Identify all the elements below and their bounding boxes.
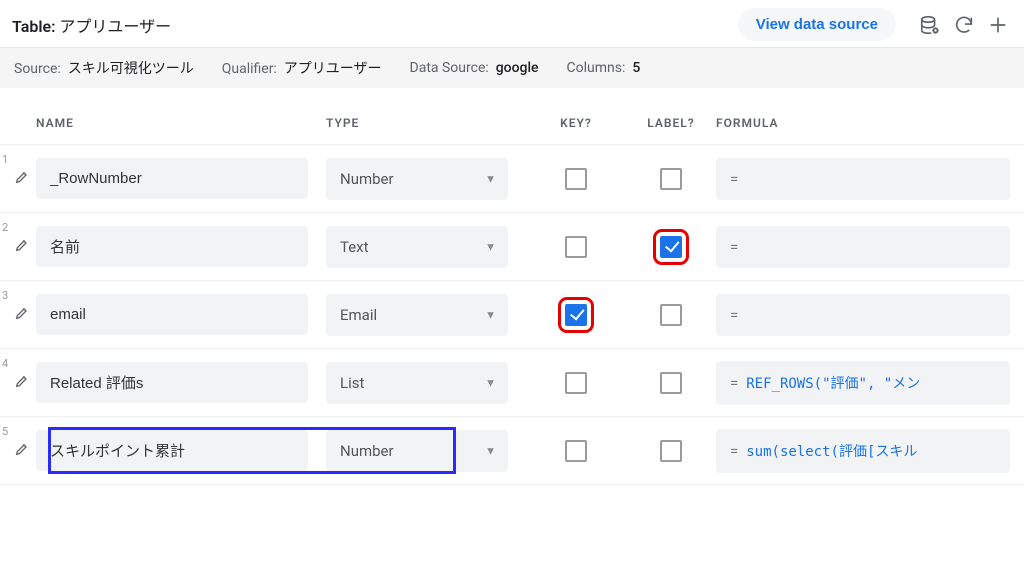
formula-equals: = bbox=[730, 374, 738, 392]
table-row: 4 List▼=REF_ROWS("評価", "メン bbox=[0, 349, 1024, 417]
formula-field[interactable]: = bbox=[716, 226, 1010, 268]
table-row: 1 Number▼= bbox=[0, 145, 1024, 213]
top-bar: Table: アプリユーザー View data source bbox=[0, 0, 1024, 48]
label-checkbox[interactable] bbox=[660, 168, 682, 190]
key-checkbox[interactable] bbox=[565, 372, 587, 394]
datasource-settings-icon[interactable] bbox=[916, 11, 944, 39]
key-checkbox[interactable] bbox=[565, 440, 587, 462]
table-row: 5 Number▼=sum(select(評価[スキル bbox=[0, 417, 1024, 485]
column-type-select[interactable]: Text bbox=[326, 226, 508, 268]
column-type-select[interactable]: Email bbox=[326, 294, 508, 336]
label-checkbox[interactable] bbox=[660, 372, 682, 394]
formula-equals: = bbox=[730, 170, 738, 188]
formula-field[interactable]: = bbox=[716, 294, 1010, 336]
edit-row-icon[interactable] bbox=[14, 373, 30, 393]
edit-row-icon[interactable] bbox=[14, 237, 30, 257]
label-checkbox[interactable] bbox=[660, 304, 682, 326]
edit-row-icon[interactable] bbox=[14, 305, 30, 325]
table-title: Table: アプリユーザー bbox=[12, 13, 171, 37]
row-index: 5 bbox=[2, 423, 8, 438]
label-checkbox[interactable] bbox=[660, 440, 682, 462]
column-name-input[interactable] bbox=[36, 362, 308, 403]
edit-row-icon[interactable] bbox=[14, 169, 30, 189]
formula-expression: REF_ROWS("評価", "メン bbox=[746, 373, 920, 393]
refresh-icon[interactable] bbox=[950, 11, 978, 39]
formula-field[interactable]: = REF_ROWS("評価", "メン bbox=[716, 361, 1010, 405]
formula-expression: sum(select(評価[スキル bbox=[746, 441, 917, 461]
row-index: 3 bbox=[2, 287, 8, 302]
table-row: 2 Text▼= bbox=[0, 213, 1024, 281]
formula-field[interactable]: = sum(select(評価[スキル bbox=[716, 429, 1010, 473]
columns-header: NAME TYPE KEY? LABEL? FORMULA bbox=[0, 88, 1024, 144]
column-rows: 1 Number▼=2 Text▼=3 Email▼=4 List▼=REF_R… bbox=[0, 144, 1024, 485]
label-checkbox[interactable] bbox=[660, 236, 682, 258]
row-index: 4 bbox=[2, 355, 8, 370]
column-name-input[interactable] bbox=[36, 294, 308, 335]
formula-field[interactable]: = bbox=[716, 158, 1010, 200]
edit-row-icon[interactable] bbox=[14, 441, 30, 461]
row-index: 2 bbox=[2, 219, 8, 234]
view-data-source-button[interactable]: View data source bbox=[738, 8, 896, 41]
formula-equals: = bbox=[730, 238, 738, 256]
table-row: 3 Email▼= bbox=[0, 281, 1024, 349]
column-type-select[interactable]: Number bbox=[326, 158, 508, 200]
sub-bar: Source: スキル可視化ツール Qualifier: アプリユーザー Dat… bbox=[0, 48, 1024, 88]
formula-equals: = bbox=[730, 442, 738, 460]
key-checkbox[interactable] bbox=[565, 304, 587, 326]
add-icon[interactable] bbox=[984, 11, 1012, 39]
formula-equals: = bbox=[730, 306, 738, 324]
column-name-input[interactable] bbox=[36, 430, 308, 471]
column-name-input[interactable] bbox=[36, 226, 308, 267]
column-type-select[interactable]: List bbox=[326, 362, 508, 404]
key-checkbox[interactable] bbox=[565, 236, 587, 258]
column-name-input[interactable] bbox=[36, 158, 308, 199]
column-type-select[interactable]: Number bbox=[326, 430, 508, 472]
key-checkbox[interactable] bbox=[565, 168, 587, 190]
row-index: 1 bbox=[2, 151, 8, 166]
